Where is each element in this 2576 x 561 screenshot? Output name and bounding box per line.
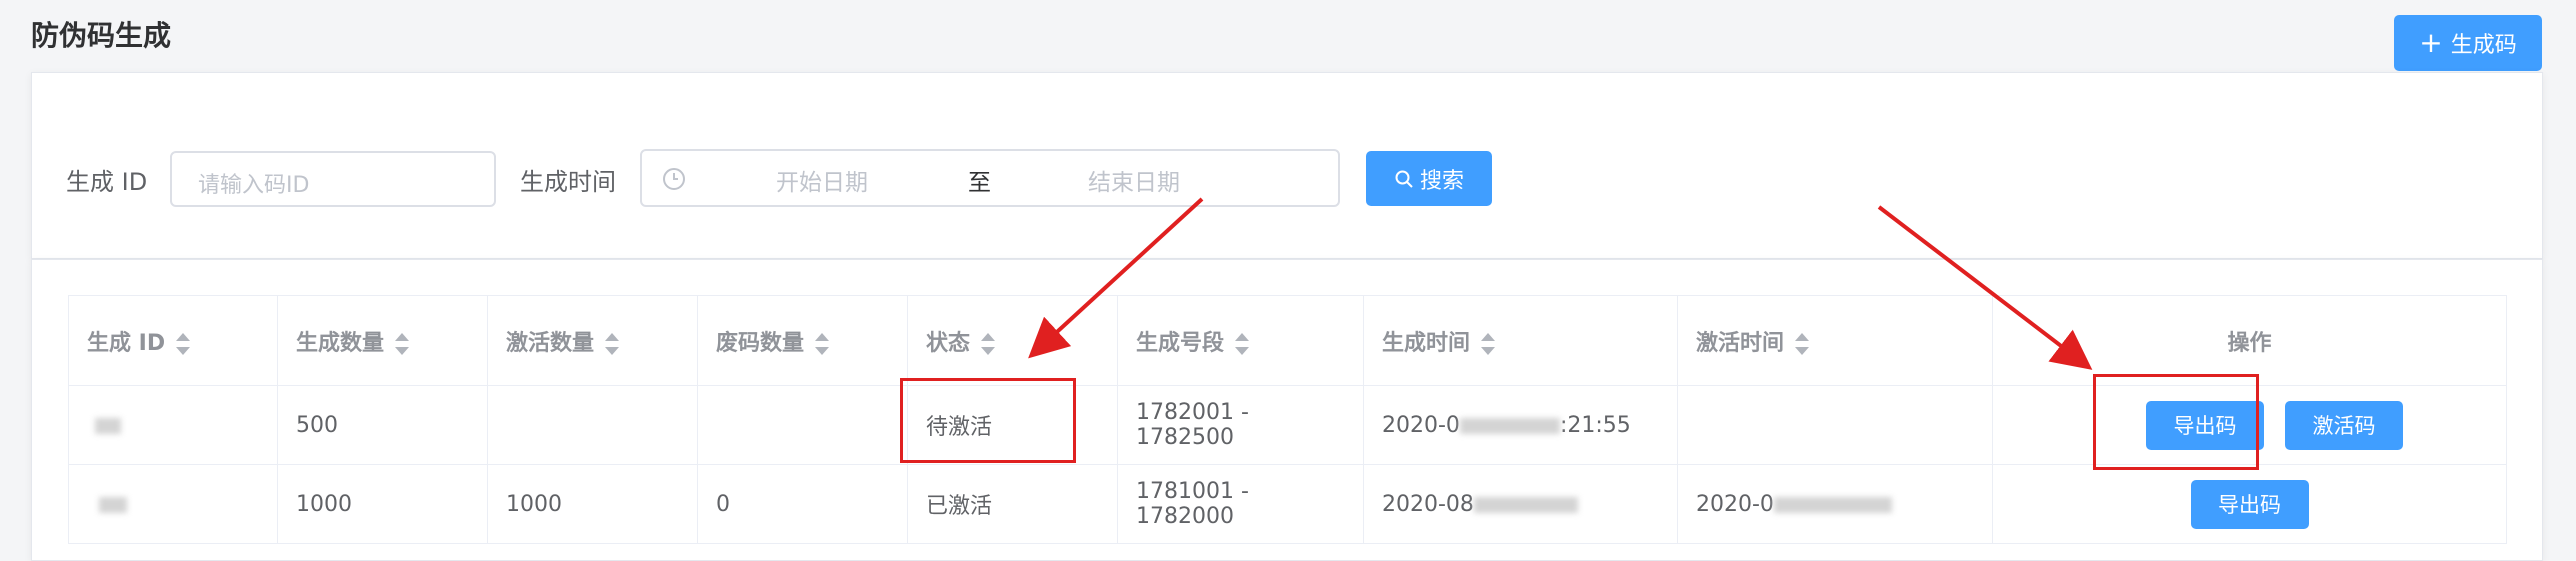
- annotation-arrow-status: [1028, 197, 1204, 359]
- annotation-arrows: [1028, 197, 2093, 370]
- annotation-arrow-actions: [1877, 205, 2093, 370]
